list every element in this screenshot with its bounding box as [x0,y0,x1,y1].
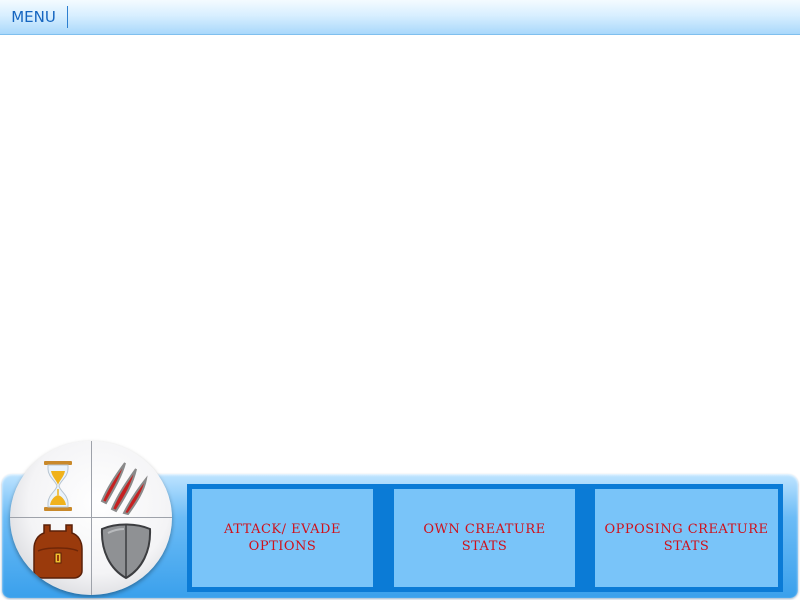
opposing-creature-stats-label: OPPOSING CREATURE STATS [604,522,769,554]
hourglass-icon[interactable] [40,459,76,513]
action-wheel [10,441,172,595]
shield-icon[interactable] [98,521,154,581]
wheel-divider-horizontal [10,517,172,518]
backpack-icon[interactable] [32,521,84,579]
opposing-creature-stats-button[interactable]: OPPOSING CREATURE STATS [595,489,778,587]
hud-options-frame: ATTACK/ EVADE OPTIONS OWN CREATURE STATS… [187,484,783,592]
menu-button[interactable]: MENU [0,6,68,28]
claw-marks-icon[interactable] [98,457,150,516]
attack-evade-options-button[interactable]: ATTACK/ EVADE OPTIONS [192,489,373,587]
top-menu-bar: MENU [0,0,800,35]
wheel-divider-vertical [91,441,92,595]
own-creature-stats-label: OWN CREATURE STATS [423,522,546,554]
game-screen: MENU ATTACK/ EVADE OPTIONS OWN CREATURE … [0,0,800,600]
own-creature-stats-button[interactable]: OWN CREATURE STATS [394,489,575,587]
attack-evade-options-label: ATTACK/ EVADE OPTIONS [224,522,341,554]
